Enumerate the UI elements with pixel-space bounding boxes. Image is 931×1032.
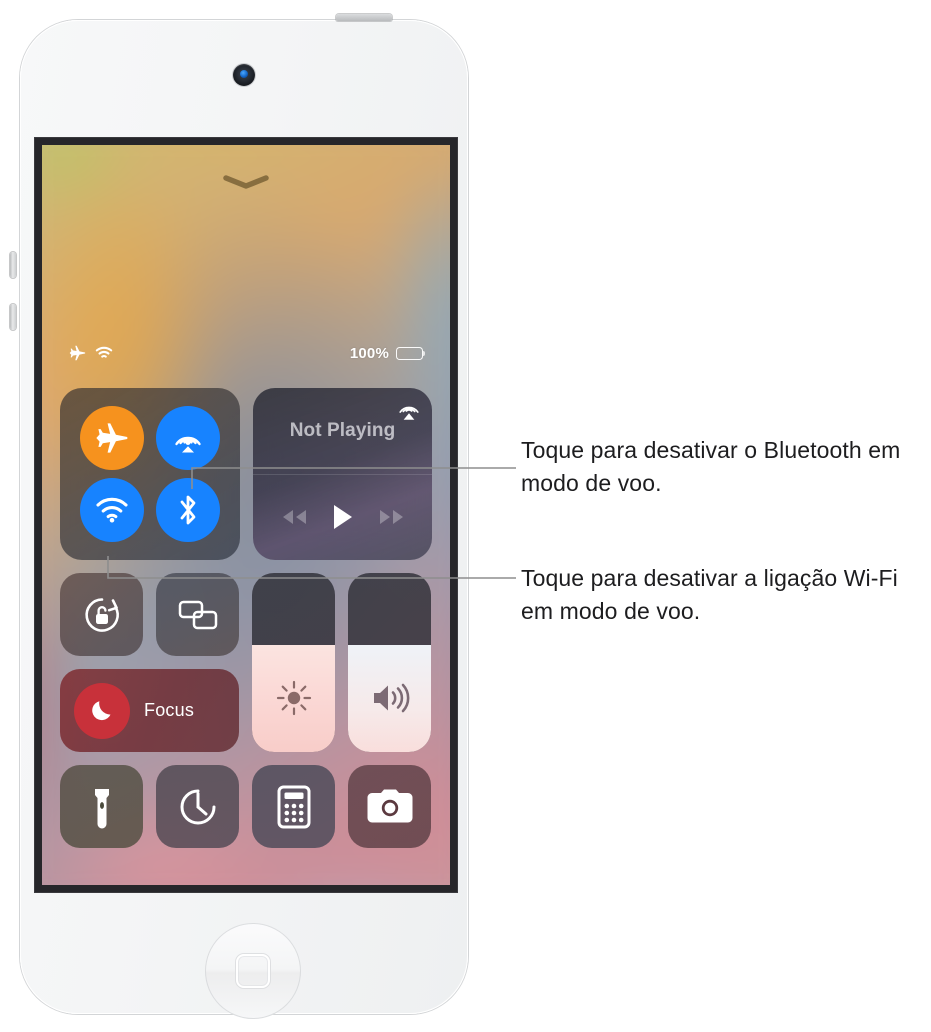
home-button-square-icon xyxy=(236,954,270,988)
moon-icon xyxy=(92,700,111,720)
volume-up-button[interactable] xyxy=(10,252,16,278)
chevron-down-grabber-icon[interactable] xyxy=(223,175,269,189)
battery-percent-label: 100% xyxy=(349,344,389,362)
bluetooth-toggle[interactable] xyxy=(156,478,220,542)
volume-icon xyxy=(373,683,409,713)
camera-icon xyxy=(367,789,412,822)
cc-row-3 xyxy=(60,765,432,848)
callout-bluetooth: Toque para desativar o Bluetooth em modo… xyxy=(521,437,901,496)
ipod-touch-device: 100% Not Playing Focus xyxy=(8,12,480,1022)
control-center: Not Playing Focus xyxy=(60,388,432,861)
home-button[interactable] xyxy=(205,923,301,1019)
focus-label: Focus xyxy=(144,700,195,720)
screen-mirroring-tile[interactable] xyxy=(156,573,239,656)
callout-wifi: Toque para desativar a ligação Wi-Fi em … xyxy=(521,565,898,624)
bluetooth-icon xyxy=(180,495,196,525)
connectivity-module xyxy=(60,388,240,560)
airplane-mode-toggle[interactable] xyxy=(80,406,144,470)
rotation-lock-tile[interactable] xyxy=(60,573,143,656)
flashlight-tile[interactable] xyxy=(60,765,143,848)
focus-toggle-circle[interactable] xyxy=(74,682,130,739)
volume-slider[interactable] xyxy=(348,573,431,752)
volume-down-button[interactable] xyxy=(10,304,16,330)
airplane-icon xyxy=(96,423,128,453)
wifi-icon xyxy=(95,346,113,358)
camera-tile[interactable] xyxy=(348,765,431,848)
play-icon[interactable] xyxy=(331,503,355,531)
airdrop-toggle[interactable] xyxy=(156,406,220,470)
airplane-icon xyxy=(69,345,86,361)
fast-forward-icon[interactable] xyxy=(378,508,405,526)
brightness-icon xyxy=(276,681,311,716)
now-playing-title: Not Playing xyxy=(289,419,396,441)
cc-left-stack: Focus xyxy=(60,573,239,752)
flashlight-icon xyxy=(94,788,109,828)
rotation-lock-icon xyxy=(84,597,119,632)
rewind-icon[interactable] xyxy=(281,508,308,526)
brightness-slider[interactable] xyxy=(252,573,335,752)
wifi-icon xyxy=(96,497,128,523)
calculator-tile[interactable] xyxy=(252,765,335,848)
airdrop-icon xyxy=(175,436,201,453)
now-playing-module: Not Playing xyxy=(253,388,432,560)
calculator-icon xyxy=(277,785,310,828)
timer-tile[interactable] xyxy=(156,765,239,848)
cc-row-1: Not Playing xyxy=(60,388,432,560)
status-bar: 100% xyxy=(42,342,450,364)
front-camera-icon xyxy=(233,64,255,86)
device-screen: 100% Not Playing Focus xyxy=(42,145,450,885)
timer-icon xyxy=(180,789,215,824)
wifi-toggle[interactable] xyxy=(80,478,144,542)
focus-tile[interactable]: Focus xyxy=(60,669,239,752)
screen-mirroring-icon xyxy=(178,600,217,629)
power-button[interactable] xyxy=(336,14,392,21)
cc-row-2: Focus xyxy=(60,573,432,752)
battery-full-icon xyxy=(396,346,426,360)
airplay-icon[interactable] xyxy=(396,396,422,422)
